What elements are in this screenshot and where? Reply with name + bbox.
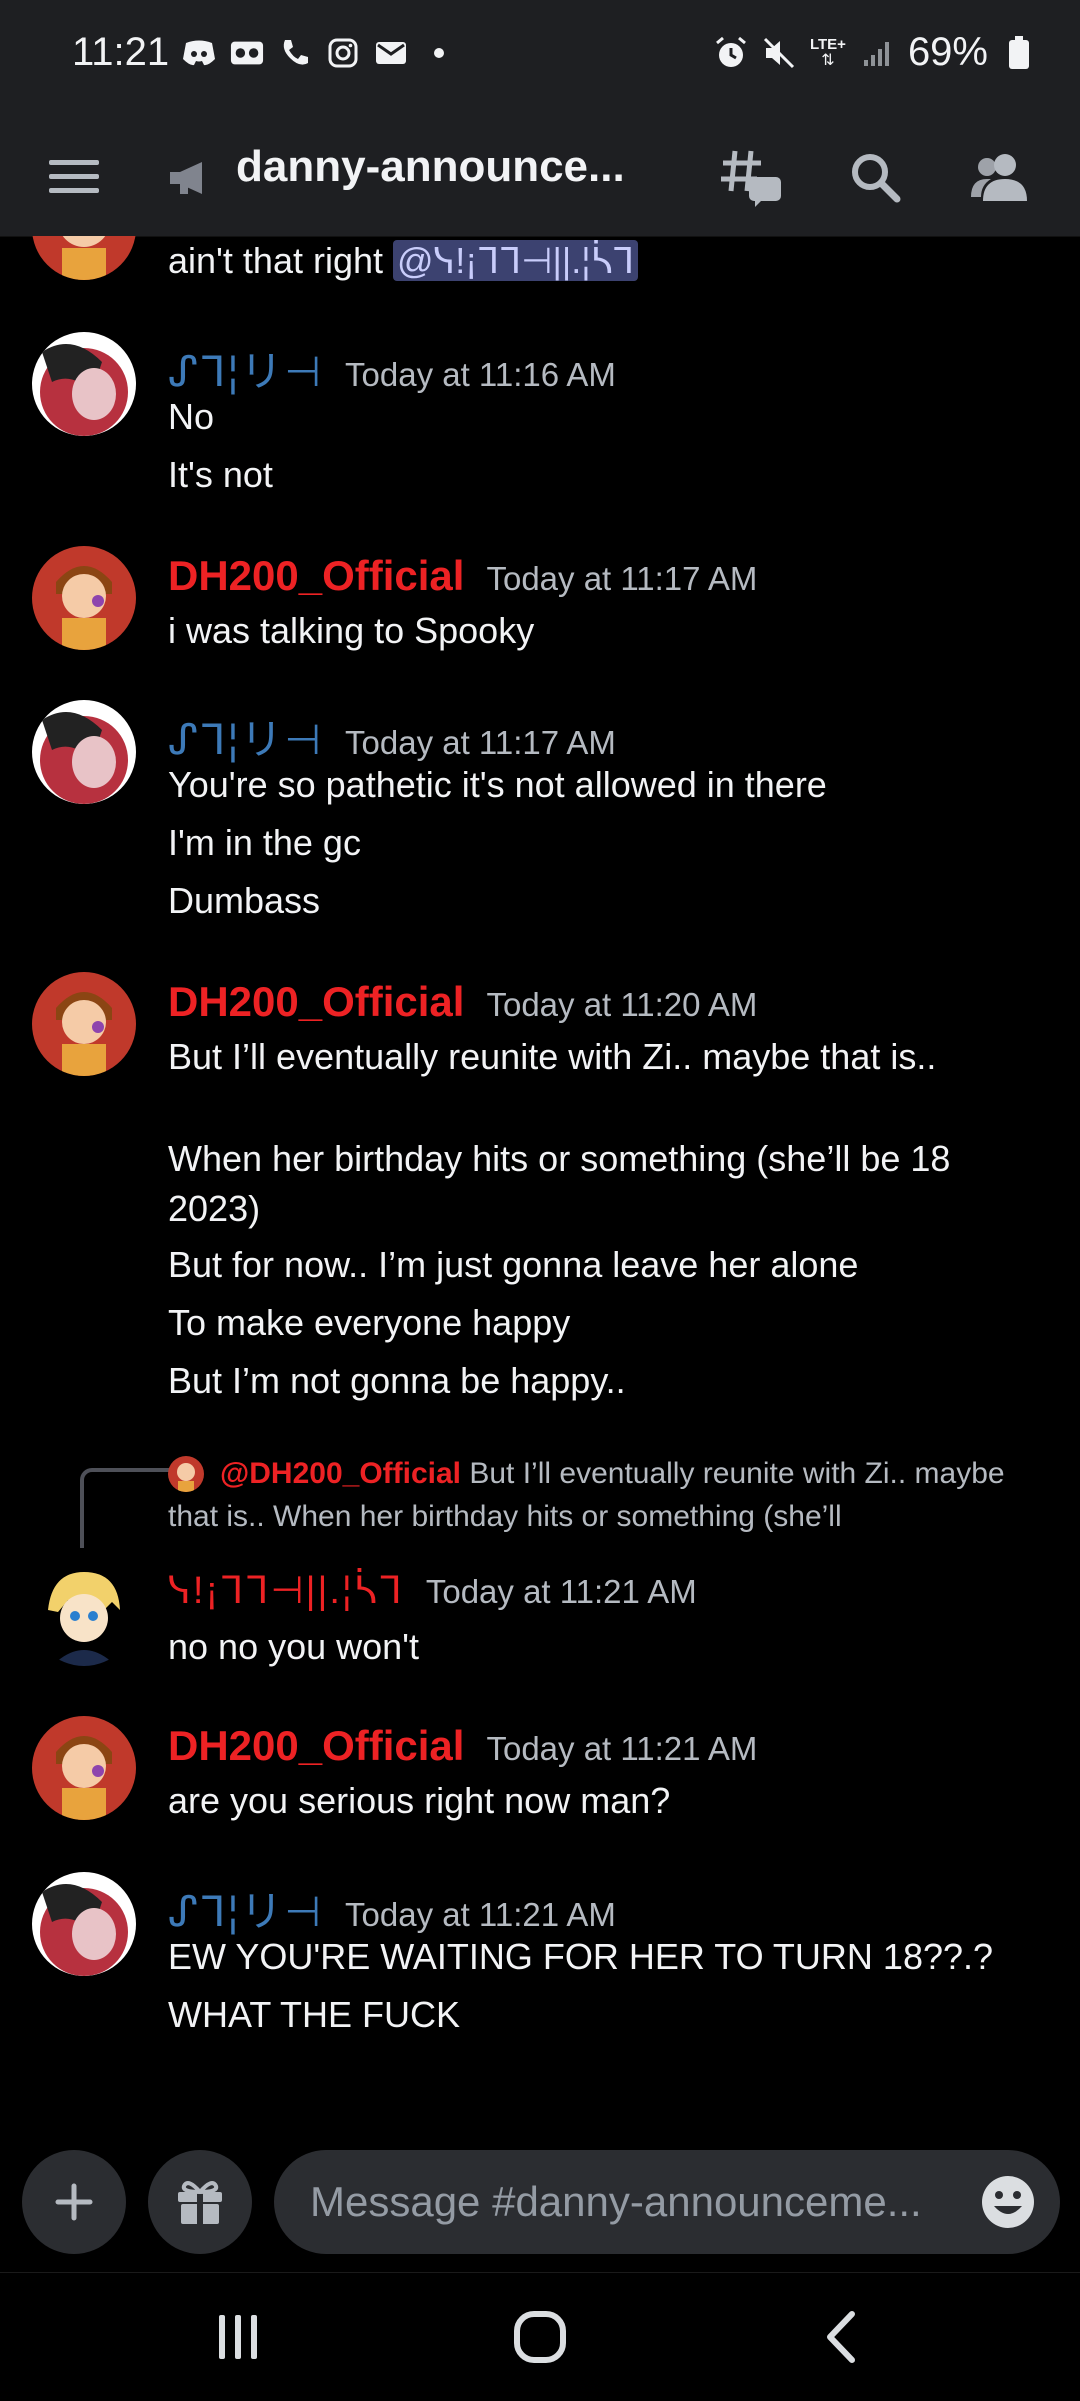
avatar[interactable] [32,972,136,1076]
message-input-placeholder: Message #danny-announceme... [310,2178,922,2225]
discord-icon [182,36,216,70]
message-text: No [168,396,215,437]
avatar[interactable] [32,700,136,804]
message-author[interactable]: DH200_Official [168,1722,464,1770]
message-timestamp: Today at 11:21 AM [486,1730,758,1767]
avatar[interactable] [32,546,136,650]
home-icon[interactable] [500,2301,580,2373]
menu-icon[interactable] [44,146,104,206]
mail-icon [374,36,408,70]
dot-icon [422,36,456,70]
message-input[interactable]: Message #danny-announceme... [274,2150,1060,2254]
message-text: no no you won't [168,1626,420,1667]
message-text: But I’m not gonna be happy.. [168,1360,626,1401]
message-author[interactable]: DH200_Official [168,978,464,1026]
search-icon[interactable] [838,140,912,214]
battery-icon [1002,35,1036,70]
message-composer: Message #danny-announceme... [0,2136,1080,2272]
channel-name[interactable]: danny-announce... [236,142,625,192]
message-text: EW YOU'RE WAITING FOR HER TO TURN 18??.? [168,1936,994,1977]
status-time: 11:21 [72,30,170,74]
system-nav-bar [0,2272,1080,2401]
message-author[interactable]: ᔑᒣ¦リ⊣ [168,1878,323,1939]
message-author[interactable]: DH200_Official [168,552,464,600]
notification-icons [182,36,456,70]
message-text: Dumbass [168,880,321,921]
back-icon[interactable] [802,2301,882,2373]
message-text: To make everyone happy [168,1302,571,1343]
battery-percent: 69% [907,30,988,74]
members-icon[interactable] [962,140,1036,214]
status-bar: 11:21 LTE+ ⇅ 69% [0,0,1080,118]
recents-icon[interactable] [198,2301,278,2373]
avatar[interactable] [32,1872,136,1976]
emoji-icon[interactable] [980,2174,1036,2230]
gift-icon[interactable] [148,2150,252,2254]
message-text: WHAT THE FUCK [168,1994,461,2035]
signal-icon [860,36,894,70]
message-text: i was talking to Spooky [168,610,535,651]
alarm-icon [714,36,748,70]
message-text: You're so pathetic it's not allowed in t… [168,764,827,805]
message-timestamp: Today at 11:16 AM [345,356,616,393]
call-icon [278,36,312,70]
system-icons: LTE+ ⇅ 69% [714,30,1036,75]
user-mention[interactable]: @ᓭ!¡ᒣᒣ⊣||.¦ᓵᒣ [393,240,639,281]
message-text: are you serious right now man? [168,1780,671,1821]
message-timestamp: Today at 11:21 AM [345,1896,616,1933]
message-timestamp: Today at 11:17 AM [345,724,616,761]
channel-header: danny-announce... [0,118,1080,237]
reply-author[interactable]: @DH200_Official [220,1457,461,1490]
message-timestamp: Today at 11:20 AM [486,986,758,1023]
instagram-icon [326,36,360,70]
message-text: ain't that right @ᓭ!¡ᒣᒣ⊣||.¦ᓵᒣ [168,236,1048,286]
message-timestamp: Today at 11:17 AM [486,560,758,597]
avatar[interactable] [32,236,136,280]
avatar[interactable] [32,1716,136,1820]
message-text: But I’ll eventually reunite with Zi.. ma… [168,1036,937,1077]
mute-icon [762,36,796,70]
message-text: It's not [168,454,273,495]
voicemail-icon [230,36,264,70]
message-list[interactable]: ain't that right @ᓭ!¡ᒣᒣ⊣||.¦ᓵᒣ ᔑᒣ¦リ⊣ Tod… [0,236,1080,2136]
threads-icon[interactable] [716,140,790,214]
message-author[interactable]: ᔑᒣ¦リ⊣ [168,706,323,767]
message-author[interactable]: ᔑᒣ¦リ⊣ [168,338,323,399]
message-text: When her birthday hits or something (she… [168,1138,951,1229]
message-text: I'm in the gc [168,822,361,863]
reply-connector [80,1468,170,1548]
avatar[interactable] [32,332,136,436]
message-author[interactable]: ᓭ!¡ᒣᒣ⊣||.¦ᓵᒣ [168,1568,404,1613]
avatar[interactable] [32,1562,136,1666]
network-label: LTE+ [809,35,846,53]
reply-preview[interactable]: @DH200_Official But I’ll eventually reun… [168,1452,1028,1538]
lte-icon: LTE+ ⇅ [809,35,846,69]
announcement-channel-icon [166,154,214,202]
message-text: But for now.. I’m just gonna leave her a… [168,1244,859,1285]
message-timestamp: Today at 11:21 AM [425,1573,697,1610]
plus-icon[interactable] [22,2150,126,2254]
